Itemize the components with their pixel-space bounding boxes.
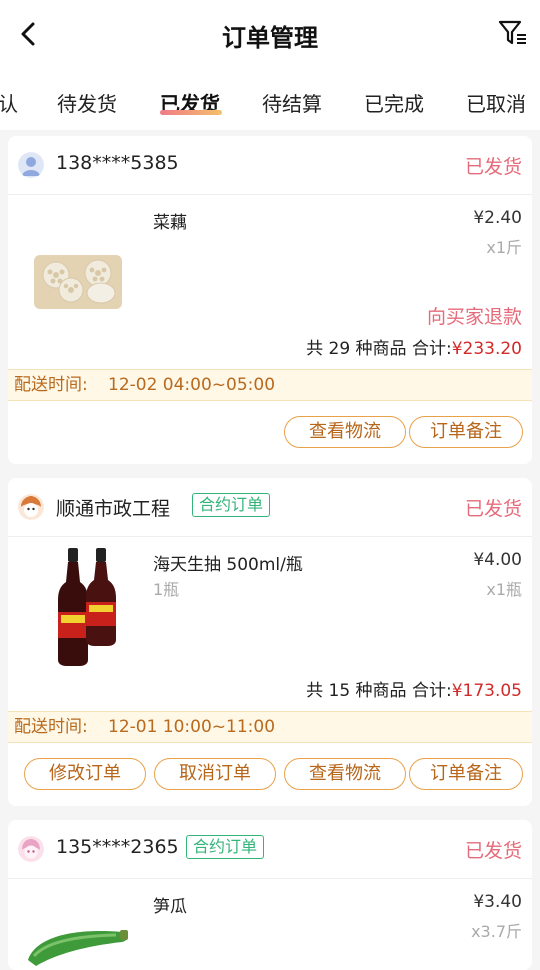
customer-name: 135****2365: [56, 836, 179, 858]
tab-completed[interactable]: 已完成: [364, 88, 424, 117]
avatar-icon: [18, 494, 44, 520]
status-tabs: 认 待发货 已发货 待结算 已完成 已取消: [0, 68, 540, 130]
product-price: ¥4.00: [473, 550, 522, 570]
soy-sauce-image: [58, 548, 116, 666]
delivery-label: 配送时间:: [14, 375, 88, 395]
order-card[interactable]: 顺通市政工程 合约订单 已发货 海天生抽 500ml/瓶 1瓶 ¥4.00 x1…: [8, 478, 532, 806]
avatar-icon: [18, 152, 44, 178]
product-quantity: x3.7斤: [471, 922, 522, 941]
order-card-header: 138****5385 已发货: [8, 136, 532, 195]
tab-confirm[interactable]: 认: [0, 88, 18, 117]
product-name: 菜藕: [153, 213, 187, 233]
delivery-time-bar: 配送时间: 12-02 04:00~05:00: [8, 369, 532, 401]
contract-order-badge: 合约订单: [192, 493, 271, 517]
order-total: ¥233.20: [451, 339, 522, 359]
contract-order-badge: 合约订单: [186, 835, 265, 859]
summary-prefix: 共 15 种商品 合计:: [306, 681, 452, 701]
product-quantity: x1瓶: [486, 580, 522, 599]
status-badge: 已发货: [464, 156, 522, 178]
header-bar: 订单管理: [0, 0, 540, 68]
page-title: 订单管理: [222, 24, 318, 52]
product-quantity: x1斤: [486, 238, 522, 257]
tab-pending-shipment[interactable]: 待发货: [57, 88, 117, 117]
order-card-header: 135****2365 合约订单 已发货: [8, 820, 532, 879]
order-summary: 共 15 种商品 合计:¥173.05: [306, 676, 522, 701]
order-card-header: 顺通市政工程 合约订单 已发货: [8, 478, 532, 537]
tab-pending-settlement[interactable]: 待结算: [262, 88, 322, 117]
tab-cancelled[interactable]: 已取消: [466, 88, 526, 117]
order-total: ¥173.05: [451, 681, 522, 701]
customer-name: 138****5385: [56, 152, 179, 174]
summary-prefix: 共 29 种商品 合计:: [306, 339, 452, 359]
view-logistics-button[interactable]: 查看物流: [284, 416, 406, 448]
product-price: ¥3.40: [473, 892, 522, 912]
product-price: ¥2.40: [473, 208, 522, 228]
filter-icon[interactable]: [498, 18, 528, 48]
active-tab-indicator: [160, 110, 222, 115]
order-note-button[interactable]: 订单备注: [409, 758, 523, 790]
order-card[interactable]: 135****2365 合约订单 已发货 笋瓜 ¥3.40 x3.7斤: [8, 820, 532, 970]
order-card[interactable]: 138****5385 已发货 菜藕 ¥2.40 x1斤 向买家退款 共 29 …: [8, 136, 532, 464]
modify-order-button[interactable]: 修改订单: [24, 758, 146, 790]
lotus-root-image: [34, 255, 122, 309]
order-summary: 共 29 种商品 合计:¥233.20: [306, 334, 522, 359]
zucchini-image: [28, 930, 128, 966]
status-badge: 已发货: [464, 840, 522, 862]
delivery-time: 12-02 04:00~05:00: [108, 375, 276, 395]
product-spec: 1瓶: [153, 580, 180, 599]
order-note-button[interactable]: 订单备注: [409, 416, 523, 448]
refund-buyer-link[interactable]: 向买家退款: [427, 302, 522, 329]
delivery-time-bar: 配送时间: 12-01 10:00~11:00: [8, 711, 532, 743]
avatar-icon: [18, 836, 44, 862]
product-name: 海天生抽 500ml/瓶: [153, 555, 303, 575]
cancel-order-button[interactable]: 取消订单: [154, 758, 276, 790]
status-badge: 已发货: [464, 498, 522, 520]
delivery-time: 12-01 10:00~11:00: [108, 717, 276, 737]
delivery-label: 配送时间:: [14, 717, 88, 737]
product-name: 笋瓜: [153, 897, 187, 917]
view-logistics-button[interactable]: 查看物流: [284, 758, 406, 790]
customer-name: 顺通市政工程: [56, 498, 171, 520]
